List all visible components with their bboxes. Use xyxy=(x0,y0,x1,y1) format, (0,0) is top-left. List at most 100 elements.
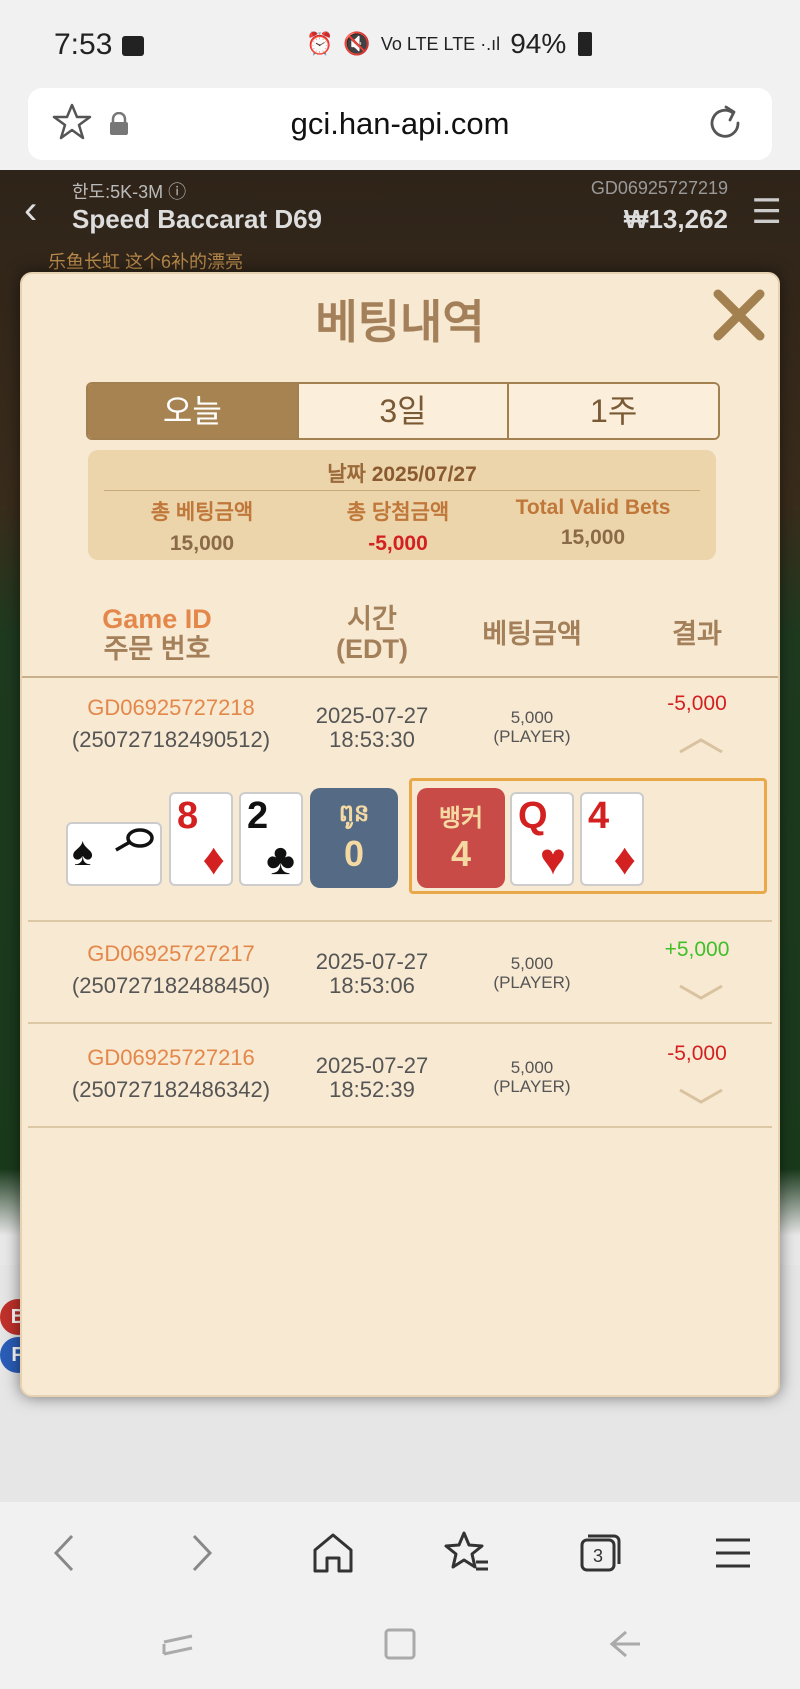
row-1-time: 2025-07-27 18:53:30 xyxy=(292,704,452,752)
header-timezone-label: (EDT) xyxy=(336,634,408,664)
menu-icon[interactable]: ☰ xyxy=(752,192,782,232)
table-name: Speed Baccarat D69 xyxy=(72,204,323,234)
date-label: 날짜 xyxy=(327,463,366,486)
tabs-icon[interactable]: 3 xyxy=(576,1528,626,1578)
header-game-id-label: Game ID xyxy=(102,604,212,634)
back-button-icon[interactable] xyxy=(606,1624,646,1664)
header-result: 결과 xyxy=(672,619,722,649)
gallery-notification-icon xyxy=(122,36,144,56)
system-navigation xyxy=(0,1602,800,1689)
summary-date: 날짜 2025/07/27 xyxy=(88,458,716,488)
recents-icon[interactable] xyxy=(158,1624,198,1664)
divider xyxy=(104,490,700,491)
game-id: GD06925727219 xyxy=(590,178,728,198)
row-2-result: +5,000 xyxy=(664,938,730,961)
row-clock: 18:52:39 xyxy=(329,1077,415,1102)
card-rank: 2 xyxy=(247,795,269,837)
total-bet: 총 베팅금액 15,000 xyxy=(102,496,302,556)
url-text[interactable]: gci.han-api.com xyxy=(28,106,772,142)
row-game-id[interactable]: GD06925727216 xyxy=(46,1042,296,1074)
tab-1week[interactable]: 1주 xyxy=(509,384,718,438)
chevron-down-icon[interactable] xyxy=(678,1086,724,1106)
period-tabs: 오늘 3일 1주 xyxy=(86,382,720,440)
total-win: 총 당첨금액 -5,000 xyxy=(298,496,498,556)
heart-icon: ♥ xyxy=(539,835,566,884)
home-icon[interactable] xyxy=(308,1528,358,1578)
chevron-down-icon[interactable] xyxy=(678,982,724,1002)
date-value: 2025/07/27 xyxy=(371,463,477,486)
player-score-label: ពូន xyxy=(338,800,370,827)
browser-toolbar: 3 xyxy=(0,1502,800,1602)
total-win-value: -5,000 xyxy=(368,532,428,555)
total-win-label: 총 당첨금액 xyxy=(346,501,450,524)
diamond-icon: ♦ xyxy=(202,835,225,884)
reload-icon[interactable] xyxy=(704,102,746,144)
row-amount: 5,000 xyxy=(510,1058,554,1077)
balance: ₩13,262 xyxy=(623,204,728,234)
banker-score-value: 4 xyxy=(450,833,472,874)
status-icons: ⏰ 🔇 Vo LTE LTE ·.ıl 94% xyxy=(306,28,593,60)
header-time-label: 시간 xyxy=(347,604,397,634)
address-bar[interactable]: gci.han-api.com xyxy=(28,88,772,160)
row-3-time: 2025-07-27 18:52:39 xyxy=(292,1054,452,1102)
row-clock: 18:53:30 xyxy=(329,727,415,752)
back-icon[interactable] xyxy=(40,1528,90,1578)
spade-icon: ♠ xyxy=(72,830,94,874)
club-icon: ♣ xyxy=(266,835,295,884)
row-3-result: -5,000 xyxy=(667,1042,727,1065)
total-bet-label: 총 베팅금액 xyxy=(150,501,254,524)
banker-label: 뱅커 xyxy=(438,805,484,832)
row-amount: 5,000 xyxy=(510,708,554,727)
chevron-up-icon[interactable] xyxy=(678,736,724,756)
header-game-id: Game ID 주문 번호 xyxy=(52,604,262,664)
svg-text:3: 3 xyxy=(593,1546,603,1566)
player-card-sideways: ♠ xyxy=(66,822,162,886)
player-card: 2 ♣ xyxy=(239,792,303,886)
tab-3days[interactable]: 3일 xyxy=(298,384,510,438)
row-1-ids: GD06925727218 (250727182490512) xyxy=(46,692,296,756)
row-divider xyxy=(28,920,772,922)
card-rank: 4 xyxy=(588,795,610,837)
row-bet-on: (PLAYER) xyxy=(493,727,571,746)
modal-title: 베팅내역 xyxy=(315,296,485,348)
card-rank: Q xyxy=(518,795,548,837)
row-clock: 18:53:06 xyxy=(329,973,415,998)
row-3-amount: 5,000 (PLAYER) xyxy=(472,1058,592,1096)
card-rank: 8 xyxy=(177,795,199,837)
row-divider xyxy=(28,1126,772,1128)
forward-icon[interactable] xyxy=(176,1528,226,1578)
row-game-id[interactable]: GD06925727217 xyxy=(46,938,296,970)
player-card: 8 ♦ xyxy=(169,792,233,886)
close-icon[interactable] xyxy=(710,286,768,344)
total-valid: Total Valid Bets 15,000 xyxy=(493,496,693,550)
row-order-id: (250727182488450) xyxy=(71,973,271,998)
row-order-id: (250727182490512) xyxy=(71,727,271,752)
back-icon[interactable]: ‹ xyxy=(24,188,37,233)
row-date: 2025-07-27 xyxy=(315,1053,429,1078)
bet-limit: 한도:5K-3M ⓘ xyxy=(72,182,187,202)
row-bet-on: (PLAYER) xyxy=(493,973,571,992)
row-bet-on: (PLAYER) xyxy=(493,1077,571,1096)
banker-card: 4 ♦ xyxy=(580,792,644,886)
row-amount: 5,000 xyxy=(510,954,554,973)
total-valid-value: 15,000 xyxy=(560,526,626,549)
row-game-id[interactable]: GD06925727218 xyxy=(46,692,296,724)
header-divider xyxy=(22,676,778,678)
row-date: 2025-07-27 xyxy=(315,949,429,974)
header-time: 시간 (EDT) xyxy=(292,604,452,664)
summary-panel: 날짜 2025/07/27 총 베팅금액 15,000 총 당첨금액 -5,00… xyxy=(88,450,716,560)
diamond-icon: ♦ xyxy=(613,835,636,884)
total-valid-label: Total Valid Bets xyxy=(515,496,671,519)
mute-icon: 🔇 xyxy=(343,31,371,56)
row-divider xyxy=(28,1022,772,1024)
home-button-icon[interactable] xyxy=(380,1624,420,1664)
menu-icon[interactable] xyxy=(708,1528,758,1578)
header-order-no-label: 주문 번호 xyxy=(103,634,211,664)
status-bar: 7:53 ⏰ 🔇 Vo LTE LTE ·.ıl 94% xyxy=(0,0,800,90)
row-1-amount: 5,000 (PLAYER) xyxy=(472,708,592,746)
row-1-result: -5,000 xyxy=(667,692,727,715)
tab-today[interactable]: 오늘 xyxy=(88,384,299,438)
bookmarks-icon[interactable] xyxy=(442,1528,492,1578)
header-bet-amount: 베팅금액 xyxy=(482,619,582,649)
player-score-value: 0 xyxy=(343,833,365,874)
